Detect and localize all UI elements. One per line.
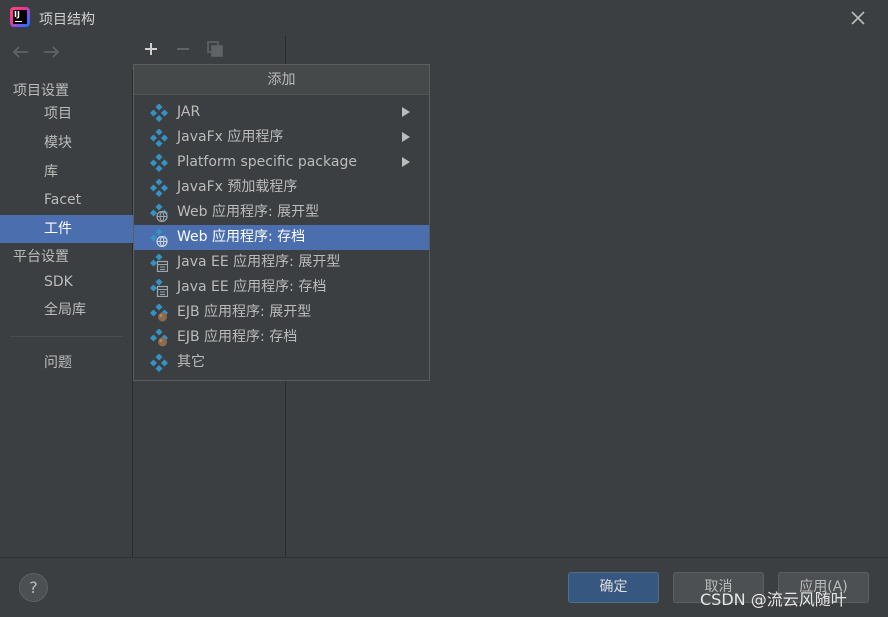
module-icon: [150, 104, 168, 122]
sidebar-item-global-libraries[interactable]: 全局库: [0, 296, 133, 324]
popup-title: 添加: [134, 65, 429, 95]
copy-icon[interactable]: [206, 40, 224, 58]
menu-item-label: Java EE 应用程序: 展开型: [177, 254, 341, 270]
menu-item-javafx-preloader[interactable]: JavaFx 预加载程序: [134, 175, 429, 200]
csdn-watermark: CSDN @流云风随叶: [700, 590, 847, 609]
settings-sidebar: 项目设置 项目 模块 库 Facet 工件 平台设置 SDK 全局库 问题: [0, 70, 133, 557]
back-arrow-icon[interactable]: [11, 45, 29, 59]
sidebar-header-project-settings: 项目设置: [13, 83, 69, 99]
module-icon: [150, 154, 168, 172]
menu-item-platform-specific-package[interactable]: Platform specific package: [134, 150, 429, 175]
menu-item-ejb-app-archive[interactable]: EJB 应用程序: 存档: [134, 325, 429, 350]
forward-arrow-icon[interactable]: [43, 45, 61, 59]
sidebar-item-artifacts[interactable]: 工件: [0, 215, 133, 243]
sidebar-item-libraries[interactable]: 库: [0, 158, 133, 186]
submenu-arrow-icon: [402, 132, 410, 142]
ok-button[interactable]: 确定: [568, 572, 659, 603]
menu-item-web-app-exploded[interactable]: Web 应用程序: 展开型: [134, 200, 429, 225]
menu-item-label: JavaFx 预加载程序: [177, 179, 298, 195]
web-module-icon: [150, 204, 168, 222]
add-artifact-popup: 添加 JAR JavaFx 应用程序 Platform specific pac…: [133, 64, 430, 381]
menu-item-label: Web 应用程序: 展开型: [177, 204, 320, 220]
menu-item-other[interactable]: 其它: [134, 350, 429, 375]
menu-item-label: JAR: [177, 104, 201, 120]
window-title: 项目结构: [39, 12, 95, 28]
ejb-module-icon: [150, 304, 168, 322]
menu-item-ejb-app-exploded[interactable]: EJB 应用程序: 展开型: [134, 300, 429, 325]
help-button[interactable]: ?: [19, 573, 48, 602]
ejb-module-icon: [150, 329, 168, 347]
menu-item-javaee-app-exploded[interactable]: Java EE 应用程序: 展开型: [134, 250, 429, 275]
sidebar-item-sdks[interactable]: SDK: [0, 268, 133, 296]
javaee-module-icon: [150, 279, 168, 297]
menu-item-javafx-application[interactable]: JavaFx 应用程序: [134, 125, 429, 150]
menu-item-label: Platform specific package: [177, 154, 357, 170]
sidebar-separator: [10, 336, 123, 337]
menu-item-javaee-app-archive[interactable]: Java EE 应用程序: 存档: [134, 275, 429, 300]
module-icon: [150, 179, 168, 197]
remove-icon[interactable]: [174, 40, 192, 58]
javaee-module-icon: [150, 254, 168, 272]
web-module-icon: [150, 229, 168, 247]
module-icon: [150, 354, 168, 372]
intellij-logo-icon: IJ: [10, 7, 30, 27]
module-icon: [150, 129, 168, 147]
menu-item-label: EJB 应用程序: 展开型: [177, 304, 312, 320]
menu-item-label: 其它: [177, 354, 205, 370]
sidebar-item-project[interactable]: 项目: [0, 100, 133, 128]
menu-item-jar[interactable]: JAR: [134, 100, 429, 125]
sidebar-item-facets[interactable]: Facet: [0, 186, 133, 214]
menu-item-web-app-archive[interactable]: Web 应用程序: 存档: [134, 225, 429, 250]
menu-item-label: Java EE 应用程序: 存档: [177, 279, 327, 295]
menu-item-label: Web 应用程序: 存档: [177, 229, 306, 245]
menu-item-label: JavaFx 应用程序: [177, 129, 284, 145]
title-bar: IJ 项目结构: [0, 0, 888, 36]
add-icon[interactable]: [142, 40, 160, 58]
submenu-arrow-icon: [402, 107, 410, 117]
submenu-arrow-icon: [402, 157, 410, 167]
sidebar-item-problems[interactable]: 问题: [0, 349, 133, 377]
menu-item-label: EJB 应用程序: 存档: [177, 329, 298, 345]
sidebar-item-modules[interactable]: 模块: [0, 129, 133, 157]
close-icon[interactable]: [848, 8, 868, 28]
sidebar-header-platform-settings: 平台设置: [13, 249, 69, 265]
